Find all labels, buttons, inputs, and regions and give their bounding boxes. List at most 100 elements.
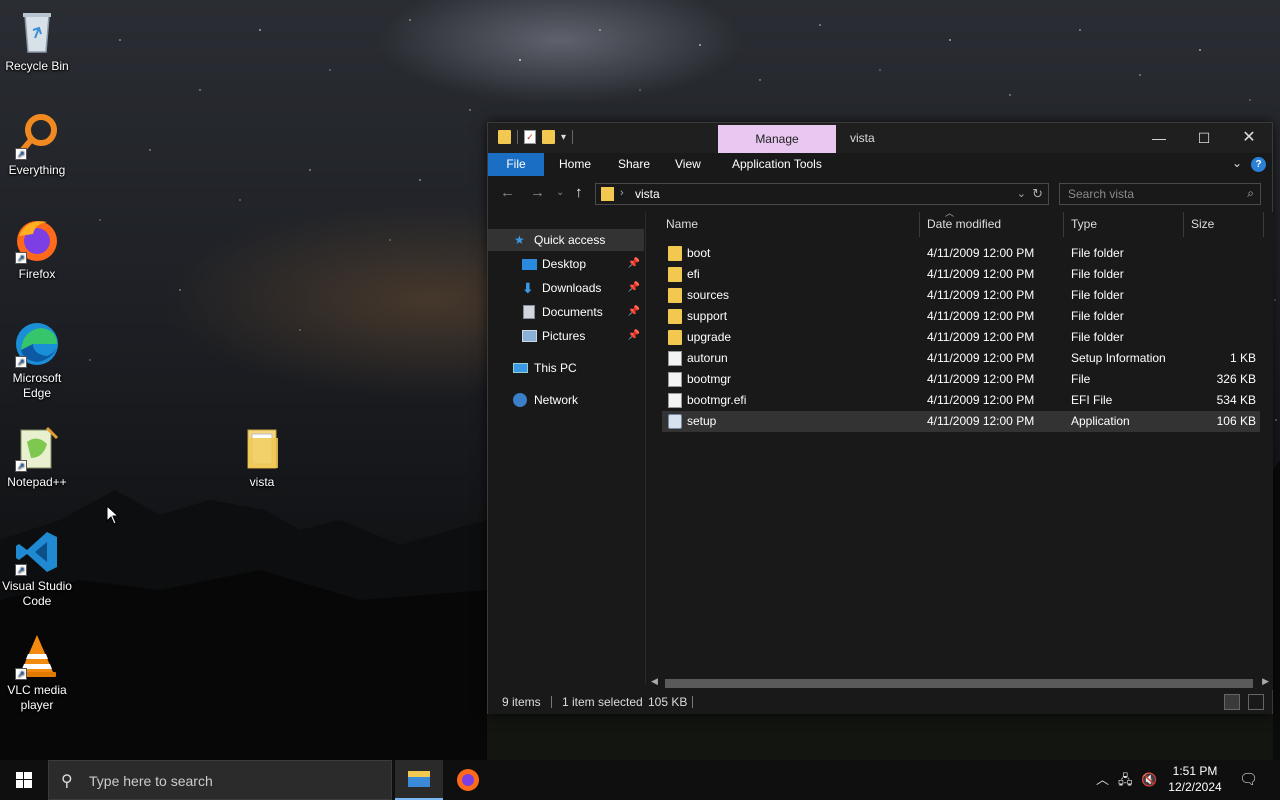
- notifications-icon[interactable]: 🗨: [1239, 760, 1258, 800]
- expand-ribbon-icon[interactable]: ⌄: [1232, 156, 1242, 170]
- status-bar: 9 items 1 item selected 105 KB: [488, 690, 1272, 714]
- nav-desktop[interactable]: Desktop 📌: [488, 253, 644, 275]
- desktop-icon-label: Everything: [8, 163, 66, 177]
- search-icon: ⚲: [61, 773, 73, 790]
- tab-application-tools[interactable]: Application Tools: [724, 153, 830, 176]
- desktop-icon-firefox[interactable]: ↗ Firefox: [0, 216, 74, 282]
- desktop-icon: [522, 259, 537, 270]
- horizontal-scrollbar[interactable]: ◀ ▶: [647, 676, 1273, 690]
- scroll-left-icon[interactable]: ◀: [651, 676, 658, 687]
- folder-icon: [668, 267, 682, 282]
- desktop-icon-vscode[interactable]: ↗ Visual Studio Code: [0, 528, 74, 609]
- firefox-icon: ↗: [13, 216, 61, 264]
- details-view-icon[interactable]: [1224, 694, 1240, 710]
- desktop-icon-label: Notepad++: [7, 475, 67, 489]
- nav-network[interactable]: Network: [488, 389, 644, 411]
- desktop-icon-label: Firefox: [18, 267, 56, 281]
- taskbar-search-box[interactable]: ⚲ Type here to search: [48, 760, 392, 800]
- maximize-button[interactable]: ☐: [1181, 123, 1227, 153]
- nav-quick-access[interactable]: ★ Quick access: [488, 229, 644, 251]
- tab-view[interactable]: View: [667, 153, 709, 176]
- file-explorer-window[interactable]: ✓ ▾ Manage vista — ☐ ✕ File Home Share V…: [487, 122, 1273, 714]
- scrollbar-thumb[interactable]: [665, 679, 1253, 688]
- mouse-cursor-icon: [106, 505, 120, 525]
- navigation-pane: ★ Quick access Desktop 📌 ⬇ Downloads 📌 D…: [488, 212, 646, 684]
- folder-icon: [668, 309, 682, 324]
- tab-file[interactable]: File: [488, 153, 544, 176]
- file-row[interactable]: sources 4/11/2009 12:00 PM File folder: [662, 285, 1260, 306]
- desktop-icon-edge[interactable]: ↗ Microsoft Edge: [0, 320, 74, 401]
- search-box[interactable]: ⌕: [1059, 183, 1261, 205]
- desktop-icon-everything[interactable]: ↗ Everything: [0, 112, 74, 178]
- file-name: boot: [687, 246, 711, 260]
- address-dropdown-icon[interactable]: ⌄: [1017, 187, 1026, 200]
- breadcrumb-chevron-icon[interactable]: ›: [620, 187, 624, 199]
- tab-manage[interactable]: Manage: [718, 125, 836, 153]
- file-row[interactable]: boot 4/11/2009 12:00 PM File folder: [662, 243, 1260, 264]
- toolbar-divider: [517, 130, 518, 144]
- help-icon[interactable]: ?: [1251, 157, 1266, 172]
- search-icon[interactable]: ⌕: [1247, 186, 1254, 201]
- nav-downloads[interactable]: ⬇ Downloads 📌: [488, 277, 644, 299]
- column-header-type[interactable]: Type: [1064, 212, 1184, 237]
- clock-date: 12/2/2024: [1168, 780, 1222, 794]
- file-type: File folder: [1071, 330, 1124, 344]
- nav-this-pc[interactable]: This PC: [488, 357, 644, 379]
- file-size: 1 KB: [1229, 351, 1256, 365]
- tab-home[interactable]: Home: [551, 153, 599, 176]
- desktop-icon-label: VLC media player: [7, 683, 67, 712]
- file-row[interactable]: setup 4/11/2009 12:00 PM Application 106 KB: [662, 411, 1260, 432]
- title-bar[interactable]: ✓ ▾ Manage vista — ☐ ✕: [488, 123, 1272, 153]
- breadcrumb-vista[interactable]: vista: [635, 187, 660, 201]
- desktop-icon-vlc[interactable]: ↗ VLC media player: [0, 632, 74, 713]
- desktop-icon-vista-folder[interactable]: vista: [225, 424, 299, 490]
- start-button[interactable]: [0, 760, 48, 800]
- file-row[interactable]: bootmgr 4/11/2009 12:00 PM File 326 KB: [662, 369, 1260, 390]
- volume-muted-icon[interactable]: 🔇: [1141, 760, 1157, 800]
- file-name: efi: [687, 267, 700, 281]
- nav-label: Pictures: [542, 329, 586, 343]
- forward-arrow-icon[interactable]: →: [530, 185, 545, 201]
- tab-share[interactable]: Share: [610, 153, 658, 176]
- file-name: sources: [687, 288, 730, 302]
- desktop-icon-notepad-plus-plus[interactable]: ↗ Notepad++: [0, 424, 74, 490]
- shortcut-arrow-icon: ↗: [15, 356, 27, 368]
- column-header-size[interactable]: Size: [1184, 212, 1264, 237]
- column-header-name[interactable]: Name: [659, 212, 920, 237]
- star-icon: ★: [514, 233, 525, 247]
- taskbar-file-explorer[interactable]: [395, 760, 443, 800]
- up-arrow-icon[interactable]: ↑: [575, 185, 583, 201]
- file-date-modified: 4/11/2009 12:00 PM: [927, 246, 1035, 260]
- minimize-button[interactable]: —: [1136, 123, 1182, 153]
- file-row[interactable]: autorun 4/11/2009 12:00 PM Setup Informati…: [662, 348, 1260, 369]
- back-arrow-icon[interactable]: ←: [500, 185, 515, 201]
- nav-documents[interactable]: Documents 📌: [488, 301, 644, 323]
- refresh-icon[interactable]: ↻: [1032, 186, 1043, 202]
- computer-icon: [513, 363, 528, 373]
- desktop-icon-recycle-bin[interactable]: Recycle Bin: [0, 8, 74, 74]
- customize-toolbar-dropdown-icon[interactable]: ▾: [561, 132, 566, 143]
- nav-label: Downloads: [542, 281, 602, 295]
- scroll-right-icon[interactable]: ▶: [1262, 676, 1269, 687]
- properties-icon[interactable]: ✓: [524, 130, 536, 144]
- file-row[interactable]: bootmgr.efi 4/11/2009 12:00 PM EFI File 534…: [662, 390, 1260, 411]
- taskbar-firefox[interactable]: [444, 760, 492, 800]
- close-button[interactable]: ✕: [1226, 123, 1272, 153]
- file-explorer-icon: [408, 771, 430, 787]
- address-bar[interactable]: › vista ⌄ ↻: [595, 183, 1049, 205]
- file-row[interactable]: efi 4/11/2009 12:00 PM File folder: [662, 264, 1260, 285]
- system-clock[interactable]: 1:51 PM 12/2/2024: [1164, 763, 1226, 795]
- search-input[interactable]: [1060, 184, 1235, 204]
- file-date-modified: 4/11/2009 12:00 PM: [927, 288, 1035, 302]
- network-status-icon[interactable]: 🖧: [1118, 760, 1133, 800]
- file-row[interactable]: support 4/11/2009 12:00 PM File folder: [662, 306, 1260, 327]
- file-row[interactable]: upgrade 4/11/2009 12:00 PM File folder: [662, 327, 1260, 348]
- large-icons-view-icon[interactable]: [1248, 694, 1264, 710]
- taskbar-search-placeholder: Type here to search: [89, 773, 213, 789]
- new-folder-icon[interactable]: [542, 130, 555, 144]
- recent-locations-dropdown-icon[interactable]: ⌄: [556, 185, 564, 201]
- column-header-date-modified[interactable]: Date modified: [920, 212, 1064, 237]
- show-hidden-icons-icon[interactable]: ︿: [1096, 760, 1109, 800]
- file-date-modified: 4/11/2009 12:00 PM: [927, 372, 1035, 386]
- nav-pictures[interactable]: Pictures 📌: [488, 325, 644, 347]
